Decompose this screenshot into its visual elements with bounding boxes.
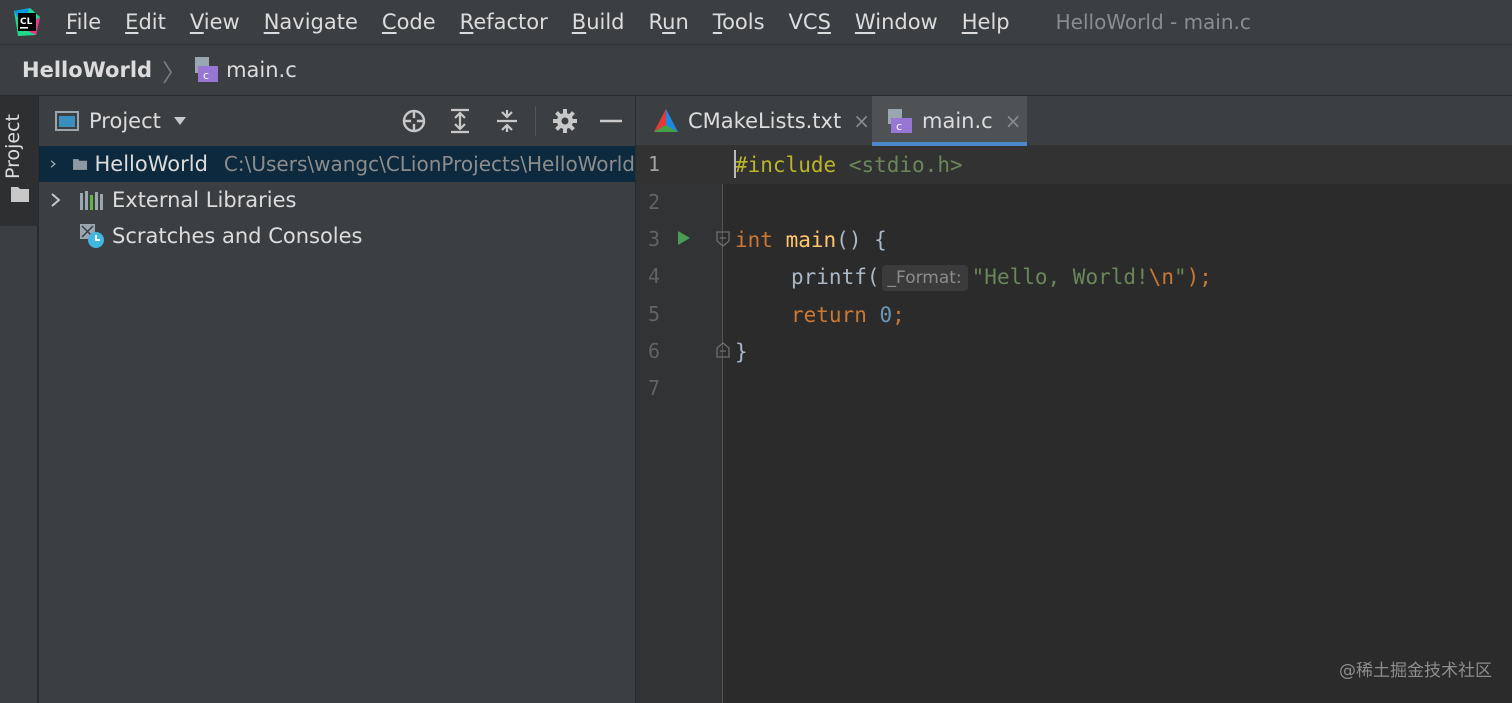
preprocessor-directive: #include [735,153,837,177]
fold-icon[interactable] [716,231,730,247]
menu-help[interactable]: Help [950,0,1022,44]
scratches-icon [80,224,104,248]
code-punct: () { [836,228,887,252]
tree-item-label: Scratches and Consoles [112,224,363,248]
number-literal: 0 [879,303,893,327]
code-line-3: int main() { [735,221,887,259]
menu-window[interactable]: Window [843,0,950,44]
code-punct: ; [892,303,905,327]
tool-window-stripe: Project [0,96,38,703]
expand-all-icon[interactable] [447,108,473,134]
closing-brace: } [735,340,748,364]
folder-icon [11,187,29,202]
svg-text:c: c [203,69,209,82]
project-tool-button[interactable]: Project [0,96,38,226]
code-line-1: #include <stdio.h> [735,146,963,184]
parameter-hint: _Format: [881,265,968,291]
project-panel-header: Project [39,96,635,146]
cmake-icon [654,109,678,132]
menu-view[interactable]: View [178,0,252,44]
tree-item-external-libraries[interactable]: External Libraries [39,182,635,218]
tab-label: main.c [922,109,993,133]
svg-text:c: c [896,120,902,133]
breadcrumb-project[interactable]: HelloWorld [22,58,152,82]
close-icon[interactable]: × [1005,109,1022,133]
locate-icon[interactable] [401,108,427,134]
tree-item-scratches[interactable]: Scratches and Consoles [39,218,635,254]
tab-label: CMakeLists.txt [688,109,842,133]
code-line-6: } [735,333,748,371]
svg-text:CL: CL [20,17,33,27]
collapse-all-icon[interactable] [494,108,520,134]
line-number: 6 [647,339,660,363]
run-icon[interactable] [676,229,692,247]
menu-code[interactable]: Code [370,0,448,44]
tab-cmakelists[interactable]: CMakeLists.txt × [636,96,871,146]
c-file-icon: c [195,57,219,82]
breadcrumb: HelloWorld 〉 c main.c [0,44,1512,96]
menu-file[interactable]: File [54,0,113,44]
libraries-icon [80,191,103,210]
breadcrumb-separator: 〉 [162,58,187,87]
text-caret [734,150,736,178]
function-call: printf [791,265,867,289]
minimize-icon[interactable] [598,108,624,134]
chevron-right-icon[interactable] [50,193,62,207]
string-literal: "Hello, World! [971,265,1149,289]
project-panel: Project HelloWorld C:\Users\wangc\CLionP… [39,96,635,703]
c-file-icon: c [888,109,912,133]
line-number: 3 [647,227,660,251]
menu-run[interactable]: Run [637,0,701,44]
chevron-down-icon[interactable] [173,116,187,126]
line-number: 1 [647,152,660,176]
editor-tab-bar: CMakeLists.txt × c main.c × [636,96,1512,146]
line-number: 4 [647,264,660,288]
fold-icon[interactable] [716,342,730,358]
code-punct: ); [1186,265,1212,289]
clion-logo-icon: CL [14,8,40,36]
return-keyword: return [791,303,867,327]
menu-navigate[interactable]: Navigate [252,0,370,44]
tree-item-label: HelloWorld [94,152,208,176]
function-name: main [785,228,837,252]
line-number: 5 [647,302,660,326]
menu-tools[interactable]: Tools [701,0,777,44]
menu-vcs[interactable]: VCS [777,0,843,44]
chevron-right-icon[interactable] [50,157,56,171]
project-view-icon [55,111,79,131]
project-tool-label: Project [2,113,24,179]
tree-item-path: C:\Users\wangc\CLionProjects\HelloWorld [223,152,635,176]
escape-sequence: \n [1148,265,1174,289]
folder-icon [73,159,88,170]
menu-build[interactable]: Build [560,0,637,44]
tree-item-helloworld[interactable]: HelloWorld C:\Users\wangc\CLionProjects\… [39,146,635,182]
gear-icon[interactable] [552,108,578,134]
code-punct: ( [866,265,880,289]
menu-bar: CL File Edit View Navigate Code Refactor… [0,0,1512,44]
string-literal-end: " [1173,265,1187,289]
line-number: 2 [647,190,660,214]
header-divider [535,106,536,136]
watermark: @稀土掘金技术社区 [1339,661,1492,681]
menu-refactor[interactable]: Refactor [448,0,560,44]
tab-main-c[interactable]: c main.c × [872,96,1027,146]
code-line-4: printf(_Format: "Hello, World!\n"); [791,258,1212,296]
include-header: <stdio.h> [848,153,963,177]
window-title: HelloWorld - main.c [1055,10,1251,34]
code-line-5: return 0; [791,296,905,334]
project-view-selector[interactable]: Project [89,109,161,133]
line-number: 7 [647,376,660,400]
menu-edit[interactable]: Edit [113,0,178,44]
type-keyword: int [735,228,773,252]
close-icon[interactable]: × [853,109,870,133]
breadcrumb-file[interactable]: main.c [226,58,297,82]
tree-item-label: External Libraries [112,188,297,212]
